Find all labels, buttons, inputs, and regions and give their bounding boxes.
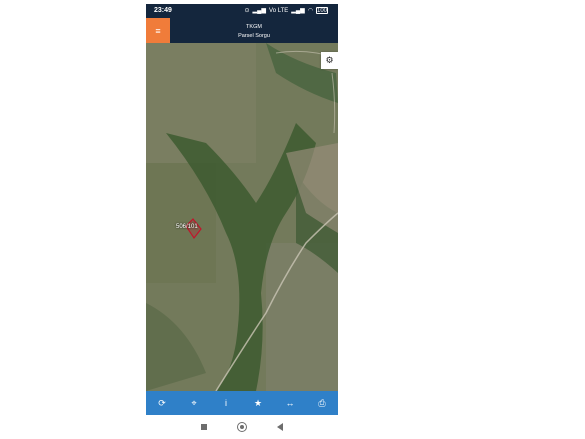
info-icon: i	[225, 398, 227, 408]
hamburger-icon: ≡	[155, 25, 161, 36]
recents-button[interactable]	[201, 424, 207, 430]
signal-icon: ▂▄▆	[252, 8, 267, 14]
info-button[interactable]: i	[214, 391, 238, 415]
measure-button[interactable]: ↔	[278, 391, 302, 415]
locate-button[interactable]: ⌖	[182, 391, 206, 415]
battery-icon: 100	[316, 7, 328, 14]
android-nav-bar	[146, 415, 338, 439]
app-subtitle: Parsel Sorgu	[238, 33, 270, 39]
settings-button[interactable]: ⚙	[321, 52, 338, 69]
volte-label: Vo LTE	[269, 7, 289, 14]
print-icon: ⎙	[318, 397, 326, 408]
signal-icon-2: ▂▄▆	[291, 8, 305, 14]
refresh-icon: ⟳	[158, 397, 166, 408]
bottom-toolbar: ⟳ ⌖ i ★ ↔ ⎙	[146, 391, 338, 415]
phone-screen: 23:49 ⊙ ▂▄▆ Vo LTE ▂▄▆ ◠ 100 ≡ TKGM Pars…	[146, 4, 338, 439]
gear-icon: ⚙	[325, 55, 334, 65]
locate-icon: ⌖	[191, 397, 197, 408]
back-button[interactable]	[277, 423, 283, 431]
status-time: 23:49	[154, 7, 172, 14]
app-header: ≡ TKGM Parsel Sorgu	[146, 18, 338, 43]
status-bar: 23:49 ⊙ ▂▄▆ Vo LTE ▂▄▆ ◠ 100	[146, 4, 338, 18]
battery-level: 100	[317, 8, 328, 14]
status-icons: ⊙ ▂▄▆ Vo LTE ▂▄▆ ◠ 100	[245, 7, 328, 14]
favorite-button[interactable]: ★	[246, 391, 270, 415]
wifi-icon: ◠	[307, 8, 313, 14]
map-imagery	[146, 43, 338, 391]
star-icon: ★	[253, 397, 263, 408]
refresh-button[interactable]: ⟳	[150, 391, 174, 415]
home-button[interactable]	[237, 422, 247, 432]
measure-icon: ↔	[285, 398, 295, 408]
app-title: TKGM	[246, 24, 262, 30]
parcel-label: 506/101	[176, 224, 198, 230]
print-button[interactable]: ⎙	[310, 391, 334, 415]
satellite-map[interactable]: 506/101	[146, 43, 338, 391]
menu-button[interactable]: ≡	[146, 18, 170, 43]
alarm-icon: ⊙	[244, 8, 250, 14]
